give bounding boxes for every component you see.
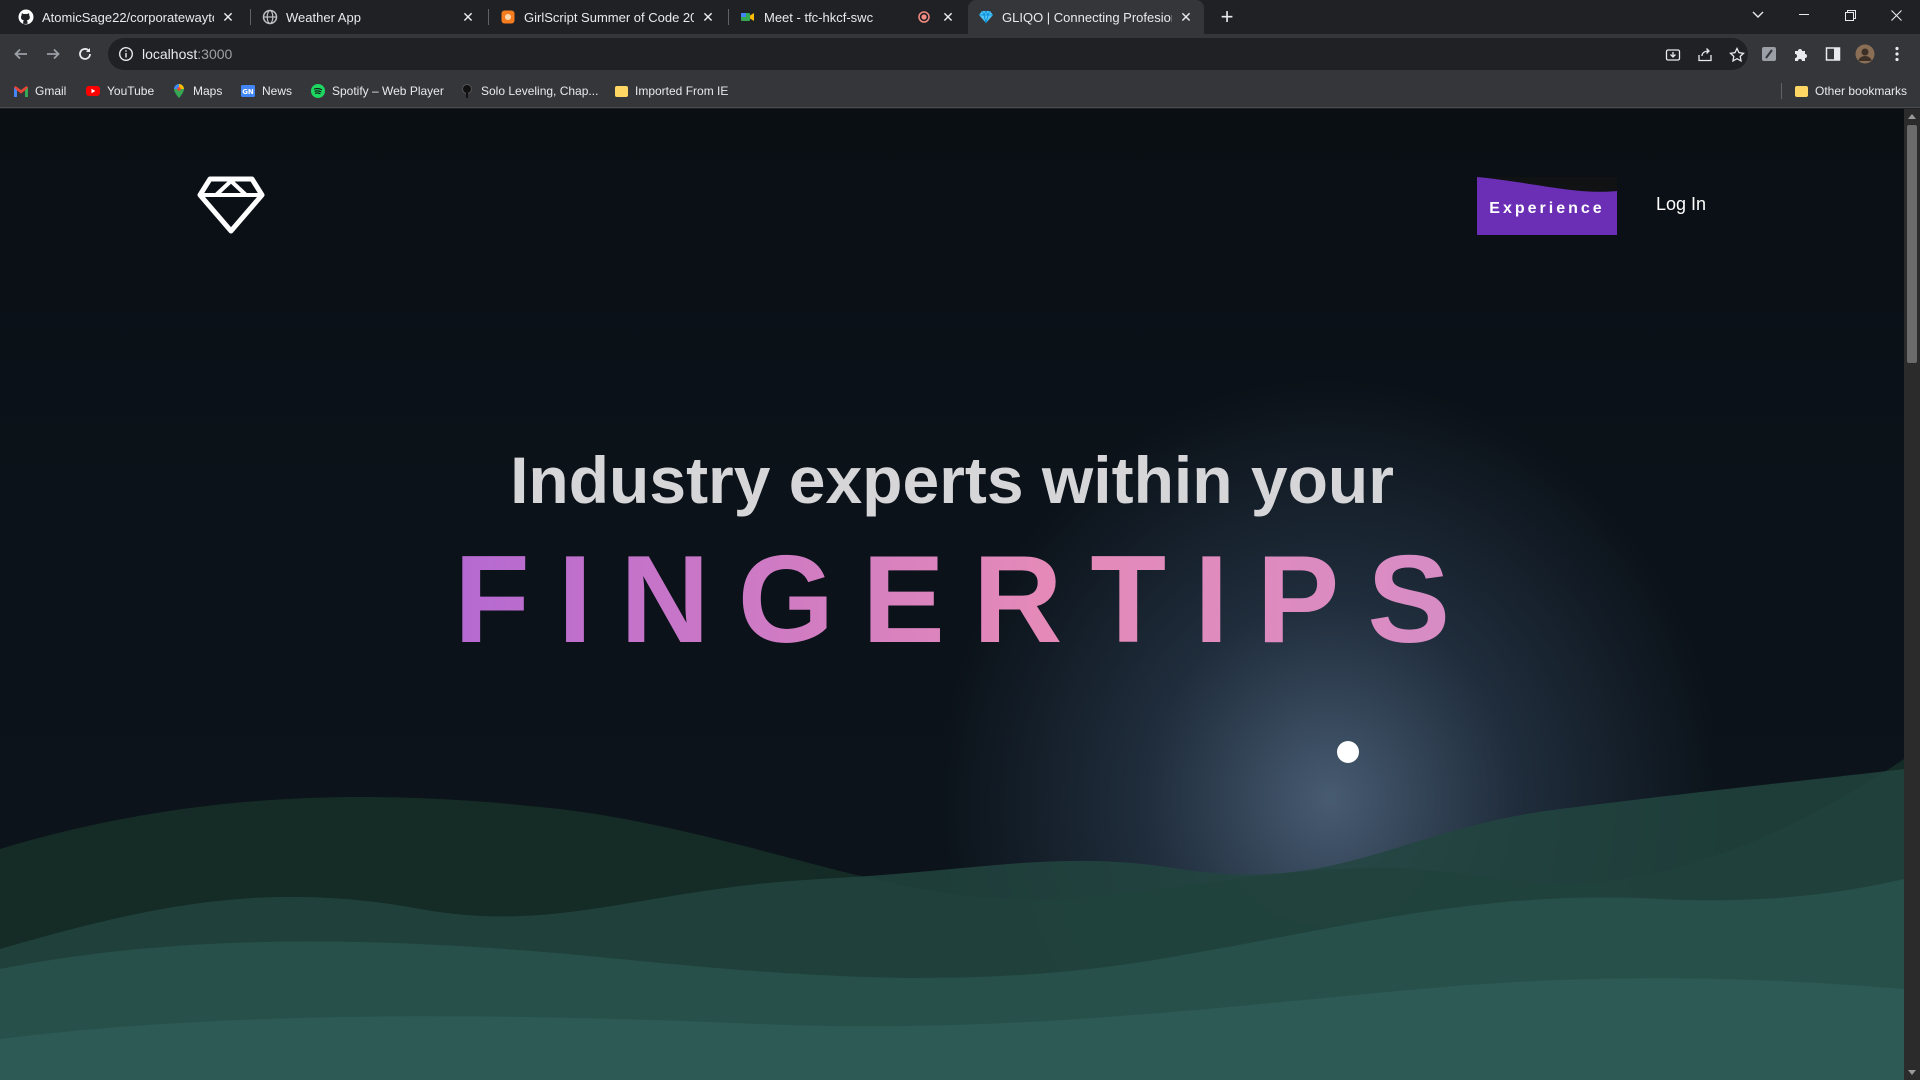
- scroll-down-icon[interactable]: [1908, 1070, 1916, 1075]
- tab-search-icon[interactable]: [1736, 0, 1780, 30]
- hero-highlight: FINGERTIPS: [0, 529, 1904, 671]
- bookmarks-divider: [1781, 83, 1782, 99]
- browser-tab[interactable]: GirlScript Summer of Code 2023 ✕: [490, 0, 726, 34]
- page-viewport: Experience Log In Industry experts withi…: [0, 109, 1904, 1080]
- bookmark-label: Gmail: [35, 84, 67, 98]
- tab-strip: AtomicSage22/corporatewaytosa ✕ Weather …: [0, 0, 1920, 34]
- tab-title: Meet - tfc-hkcf-swc: [764, 9, 874, 25]
- new-tab-button[interactable]: +: [1214, 4, 1240, 30]
- folder-icon: [1794, 84, 1808, 98]
- tab-title: GLIQO | Connecting Profesionals: [1002, 9, 1172, 25]
- page-scrollbar[interactable]: [1904, 109, 1920, 1080]
- tab-divider: [250, 9, 251, 25]
- tab-divider: [488, 9, 489, 25]
- browser-tab[interactable]: Weather App ✕: [252, 0, 486, 34]
- close-icon[interactable]: ✕: [460, 9, 476, 25]
- close-icon[interactable]: ✕: [220, 9, 236, 25]
- cursor-follower-dot: [1337, 741, 1359, 763]
- reload-icon[interactable]: [72, 41, 98, 67]
- bookmark-gmail[interactable]: Gmail: [14, 82, 66, 100]
- close-icon[interactable]: ✕: [700, 9, 716, 25]
- puzzle-icon[interactable]: [1790, 43, 1812, 65]
- url-port: :3000: [197, 46, 233, 62]
- news-icon: GN: [241, 84, 255, 98]
- scroll-up-icon[interactable]: [1908, 114, 1916, 119]
- bookmark-news[interactable]: GN News: [241, 82, 292, 100]
- diamond-icon: [978, 9, 994, 25]
- globe-icon: [262, 9, 278, 25]
- menu-icon[interactable]: [1886, 43, 1908, 65]
- meet-icon: [740, 9, 756, 25]
- bookmark-label: Spotify – Web Player: [332, 84, 444, 98]
- hero-headline: Industry experts within your: [510, 443, 1394, 517]
- tab-title: AtomicSage22/corporatewaytosa: [42, 9, 214, 25]
- install-app-icon[interactable]: [1664, 46, 1682, 64]
- extension-icon[interactable]: [1758, 43, 1780, 65]
- address-bar[interactable]: localhost:3000: [108, 38, 1748, 70]
- spotify-icon: [311, 84, 325, 98]
- recording-icon: [916, 9, 932, 25]
- scrollbar-thumb[interactable]: [1907, 125, 1917, 363]
- gmail-icon: [14, 84, 28, 98]
- diamond-logo-icon[interactable]: [196, 175, 266, 235]
- avatar[interactable]: [1854, 43, 1876, 65]
- bookmark-label: Solo Leveling, Chap...: [481, 84, 599, 98]
- bookmark-label: YouTube: [107, 84, 155, 98]
- bookmark-maps[interactable]: Maps: [172, 82, 222, 100]
- bookmark-label: News: [262, 84, 293, 98]
- tab-divider: [728, 9, 729, 25]
- svg-text:GN: GN: [242, 88, 254, 96]
- browser-toolbar: localhost:3000: [0, 34, 1920, 74]
- bookmark-folder-imported[interactable]: Imported From IE: [614, 82, 728, 100]
- site-info-icon[interactable]: [118, 46, 134, 62]
- bookmark-solo-leveling[interactable]: Solo Leveling, Chap...: [460, 82, 598, 100]
- youtube-icon: [86, 84, 100, 98]
- bookmark-youtube[interactable]: YouTube: [86, 82, 154, 100]
- bookmark-label: Imported From IE: [635, 84, 729, 98]
- restore-icon[interactable]: [1828, 0, 1872, 30]
- browser-tab-active[interactable]: GLIQO | Connecting Profesionals ✕: [968, 0, 1204, 34]
- minimize-icon[interactable]: [1782, 0, 1826, 30]
- login-link[interactable]: Log In: [1656, 194, 1706, 215]
- url-host: localhost: [142, 46, 198, 62]
- close-icon[interactable]: ✕: [1178, 9, 1194, 25]
- gssoc-icon: [500, 9, 516, 25]
- bookmark-label: Maps: [193, 84, 223, 98]
- tab-title: GirlScript Summer of Code 2023: [524, 9, 694, 25]
- button-wave-shape: [1477, 177, 1617, 192]
- close-window-icon[interactable]: [1874, 0, 1918, 30]
- bookmark-spotify[interactable]: Spotify – Web Player: [311, 82, 444, 100]
- forward-icon[interactable]: [40, 41, 66, 67]
- github-icon: [18, 9, 34, 25]
- tab-title: Weather App: [286, 9, 361, 25]
- bookmarks-bar: Gmail YouTube Maps GN News Spotify – Web…: [0, 74, 1920, 108]
- experience-button[interactable]: Experience: [1477, 177, 1617, 235]
- share-icon[interactable]: [1696, 46, 1714, 64]
- folder-icon: [614, 84, 628, 98]
- other-bookmarks[interactable]: Other bookmarks: [1794, 82, 1907, 100]
- browser-tab[interactable]: Meet - tfc-hkcf-swc ✕: [730, 0, 966, 34]
- bookmark-star-icon[interactable]: [1728, 46, 1746, 64]
- bookmark-label: Other bookmarks: [1815, 84, 1908, 98]
- ink-icon: [460, 84, 474, 98]
- side-panel-icon[interactable]: [1822, 43, 1844, 65]
- maps-icon: [172, 84, 186, 98]
- back-icon[interactable]: [8, 41, 34, 67]
- browser-tab[interactable]: AtomicSage22/corporatewaytosa ✕: [8, 0, 246, 34]
- experience-label: Experience: [1489, 200, 1605, 217]
- url-text: localhost:3000: [142, 46, 232, 62]
- close-icon[interactable]: ✕: [940, 9, 956, 25]
